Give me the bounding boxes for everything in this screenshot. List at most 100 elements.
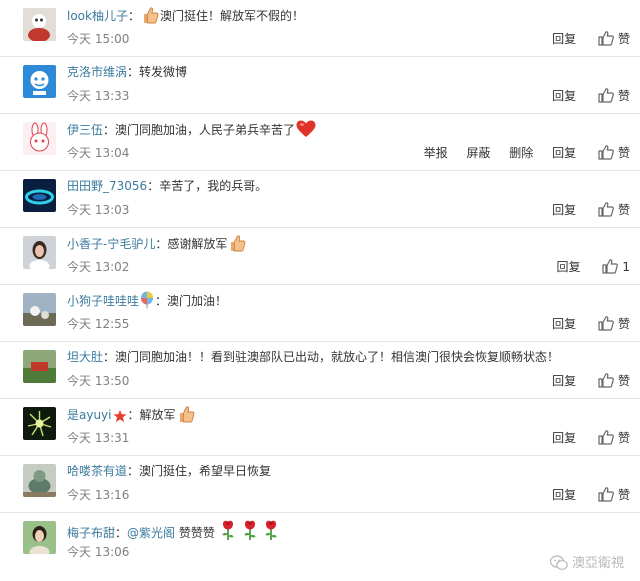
avatar[interactable]: [23, 8, 56, 41]
reply-button[interactable]: 回复: [552, 372, 576, 390]
like-label: 赞: [617, 317, 630, 331]
like-button[interactable]: 赞: [598, 315, 630, 333]
comment-separator: ：: [115, 526, 128, 540]
avatar[interactable]: [23, 122, 56, 155]
reply-button[interactable]: 回复: [552, 201, 576, 219]
comment-text: 赞赞赞: [178, 526, 215, 540]
like-label: 赞: [617, 431, 630, 445]
balloon-emoji-icon: [140, 291, 154, 309]
comment-separator: ：: [127, 464, 140, 478]
username-link[interactable]: 田田野_73056: [67, 179, 147, 193]
comment-separator: ：: [127, 408, 140, 422]
thumbs-up-emoji-icon: [228, 234, 246, 252]
report-button[interactable]: 举报: [424, 144, 448, 162]
reply-button[interactable]: 回复: [552, 87, 576, 105]
rose-emoji-icon: [263, 519, 279, 541]
comment-text: 澳门同胞加油，人民子弟兵辛苦了: [115, 123, 296, 137]
avatar[interactable]: [23, 236, 56, 269]
comment-text: 转发微博: [139, 65, 188, 79]
thumbs-up-icon: [602, 258, 618, 274]
comment-separator: ：: [155, 294, 168, 308]
comment-separator: ：: [127, 9, 140, 23]
comment-time: 今天 13:31: [67, 431, 130, 445]
like-label: 赞: [617, 203, 630, 217]
rose-emoji-icon: [242, 519, 258, 541]
username-link[interactable]: 梅子布甜: [67, 526, 115, 540]
comment-separator: ：: [147, 179, 160, 193]
reply-button[interactable]: 回复: [552, 486, 576, 504]
comment-item: 哈喽茶有道：澳门挺住，希望早日恢复 今天 13:16 回复 赞: [0, 456, 640, 513]
username-link[interactable]: 小香子-宁毛驴儿: [67, 237, 155, 251]
avatar[interactable]: [23, 293, 56, 326]
like-button[interactable]: 赞: [598, 429, 630, 447]
reply-button[interactable]: 回复: [552, 429, 576, 447]
comment-time: 今天 13:33: [67, 89, 130, 103]
comment-separator: ：: [103, 350, 116, 364]
thumbs-up-icon: [598, 372, 614, 388]
delete-button[interactable]: 删除: [509, 144, 533, 162]
avatar[interactable]: [23, 407, 56, 440]
like-button[interactable]: 赞: [598, 87, 630, 105]
username-link[interactable]: 坦大肚: [67, 350, 103, 364]
like-button[interactable]: 赞: [598, 486, 630, 504]
comment-time: 今天 13:03: [67, 203, 130, 217]
comment-item: look柚儿子： 澳门挺住！解放军不假的！ 今天 15:00 回复 赞: [0, 0, 640, 57]
avatar[interactable]: [23, 464, 56, 497]
watermark: 澳亞衛視: [549, 552, 624, 571]
username-link[interactable]: 是ayuyi: [67, 408, 112, 422]
like-button[interactable]: 赞: [598, 144, 630, 162]
comment-time: 今天 13:06: [67, 545, 130, 559]
comment-item: 小香子-宁毛驴儿：感谢解放军 今天 13:02 回复 1: [0, 228, 640, 285]
username-link[interactable]: 哈喽茶有道: [67, 464, 127, 478]
thumbs-up-icon: [598, 486, 614, 502]
username-link[interactable]: look柚儿子: [67, 9, 128, 23]
like-button[interactable]: 赞: [598, 30, 630, 48]
comment-item: 伊三伍：澳门同胞加油，人民子弟兵辛苦了 今天 13:04 举报 屏蔽 删除 回复…: [0, 114, 640, 171]
avatar[interactable]: [23, 521, 56, 554]
thumbs-up-emoji-icon: [141, 6, 159, 24]
like-count: 1: [622, 260, 630, 274]
thumbs-up-icon: [598, 315, 614, 331]
comment-item: 小狗子哇哇哇 ：澳门加油！ 今天 12:55 回复 赞: [0, 285, 640, 342]
comment-separator: ：: [103, 123, 116, 137]
mention-link[interactable]: @紫光阁: [127, 526, 175, 540]
block-button[interactable]: 屏蔽: [466, 144, 490, 162]
like-label: 赞: [617, 32, 630, 46]
reply-button[interactable]: 回复: [557, 258, 581, 276]
avatar[interactable]: [23, 65, 56, 98]
like-label: 赞: [617, 146, 630, 160]
comment-item: 梅子布甜：@紫光阁 赞赞赞 今天 13:06: [0, 513, 640, 570]
username-link[interactable]: 伊三伍: [67, 123, 103, 137]
like-label: 赞: [617, 89, 630, 103]
thumbs-up-icon: [598, 30, 614, 46]
like-label: 赞: [617, 374, 630, 388]
comment-item: 坦大肚：澳门同胞加油！！看到驻澳部队已出动，就放心了！相信澳门很快会恢复顺畅状态…: [0, 342, 640, 399]
comment-text: 澳门挺住！解放军不假的！: [159, 9, 304, 23]
avatar[interactable]: [23, 350, 56, 383]
username-link[interactable]: 小狗子哇哇哇: [67, 294, 139, 308]
reply-button[interactable]: 回复: [552, 30, 576, 48]
like-button[interactable]: 1: [602, 258, 630, 276]
comment-item: 克洛市维涡：转发微博 今天 13:33 回复 赞: [0, 57, 640, 114]
reply-button[interactable]: 回复: [552, 144, 576, 162]
thumbs-up-icon: [598, 144, 614, 160]
username-link[interactable]: 克洛市维涡: [67, 65, 127, 79]
reply-button[interactable]: 回复: [552, 315, 576, 333]
thumbs-up-icon: [598, 201, 614, 217]
comment-text: 澳门挺住，希望早日恢复: [139, 464, 272, 478]
comment-time: 今天 13:04: [67, 146, 130, 160]
wechat-icon: [549, 555, 568, 570]
comment-item: 田田野_73056：辛苦了，我的兵哥。 今天 13:03 回复 赞: [0, 171, 640, 228]
like-button[interactable]: 赞: [598, 201, 630, 219]
comment-text: 感谢解放军: [167, 237, 228, 251]
comment-item: 是ayuyi ：解放军 今天 13:31 回复 赞: [0, 399, 640, 456]
comment-text: 解放军: [139, 408, 176, 422]
comment-text: 澳门加油！: [167, 294, 228, 308]
comment-separator: ：: [127, 65, 140, 79]
heart-emoji-icon: [296, 120, 316, 138]
comment-time: 今天 15:00: [67, 32, 130, 46]
avatar[interactable]: [23, 179, 56, 212]
like-button[interactable]: 赞: [598, 372, 630, 390]
comment-time: 今天 12:55: [67, 317, 130, 331]
thumbs-up-emoji-icon: [177, 405, 195, 423]
